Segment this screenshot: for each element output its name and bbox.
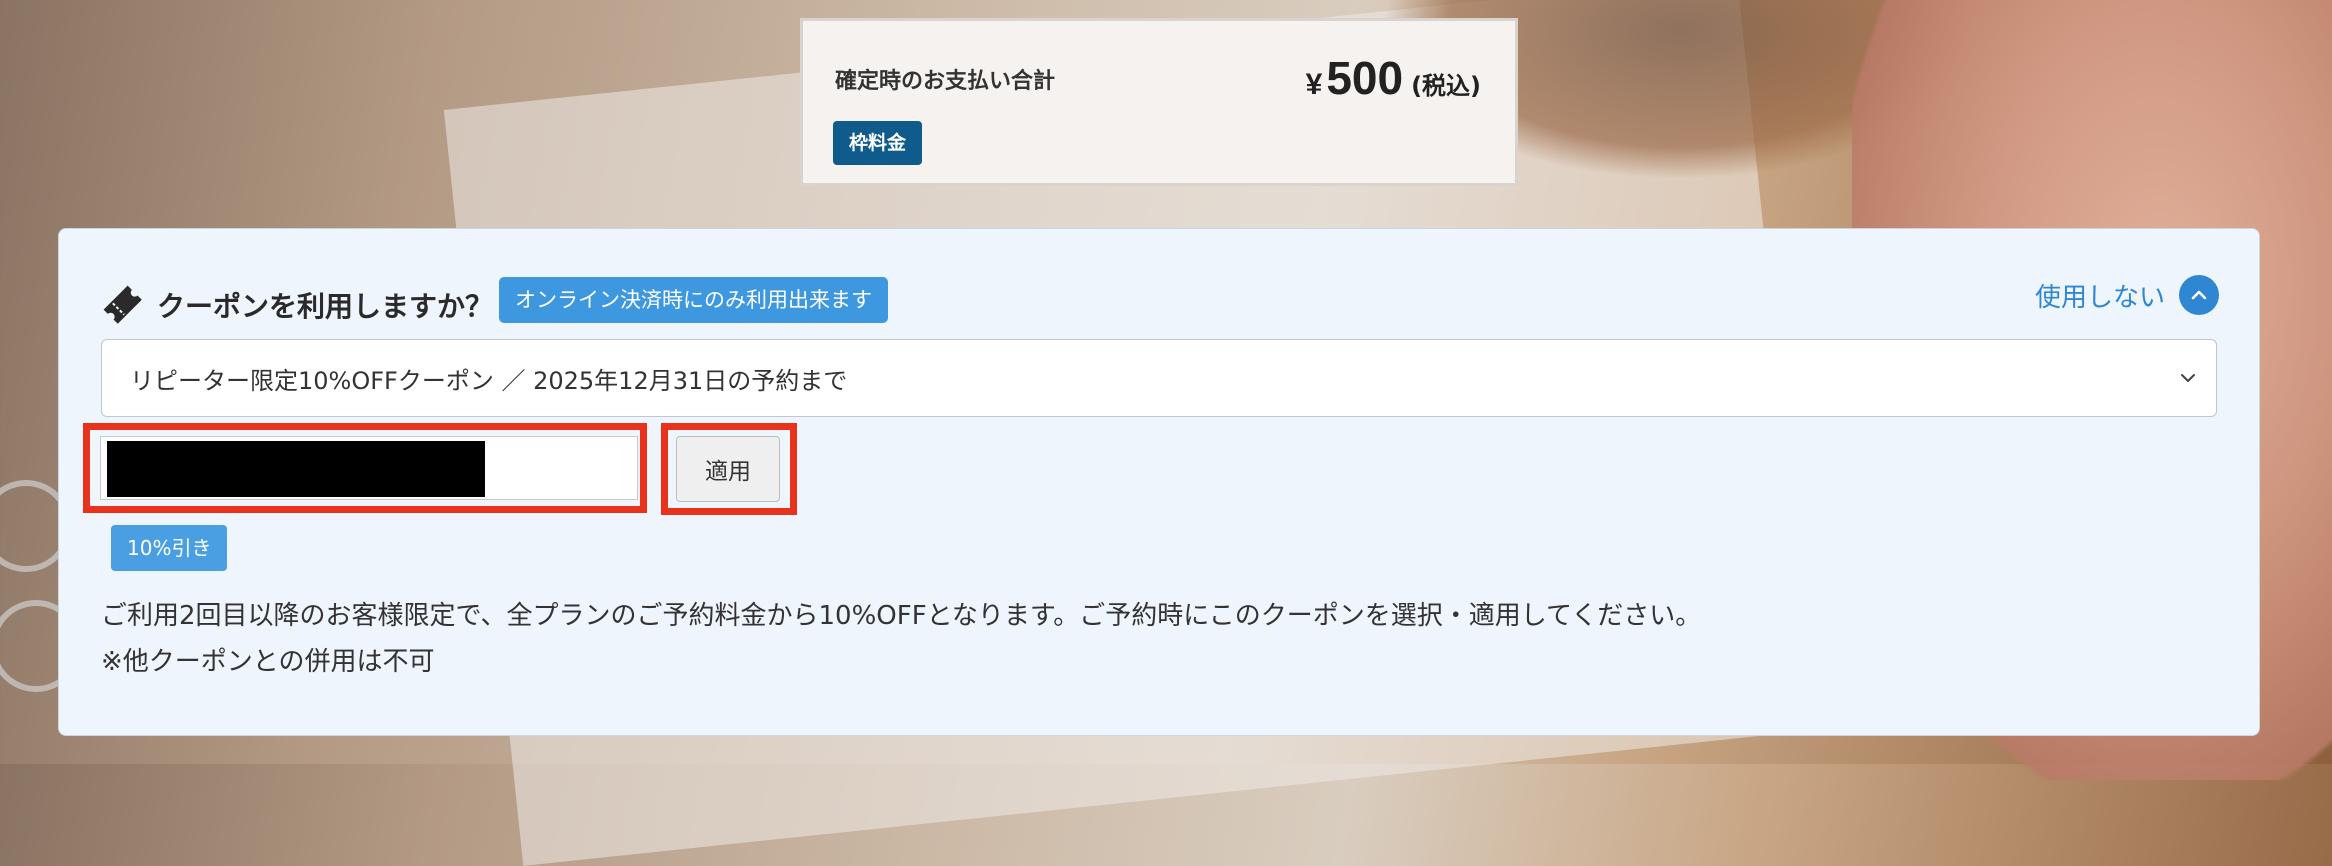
tax-note: (税込) <box>1411 72 1481 100</box>
do-not-use-label: 使用しない <box>2034 282 2165 313</box>
coupon-title: クーポンを利用しますか？ <box>157 290 494 323</box>
chevron-down-icon <box>2181 374 2195 382</box>
ticket-icon <box>103 285 142 324</box>
payment-total-label: 確定時のお支払い合計 <box>835 69 1056 94</box>
coupon-select-value: リピーター限定10%OFFクーポン ／ 2025年12月31日の予約まで <box>130 366 848 395</box>
payment-amount: 500 <box>1326 52 1404 104</box>
apply-button[interactable]: 適用 <box>676 436 780 502</box>
coupon-code-input[interactable] <box>100 436 638 500</box>
coupon-code-highlight <box>83 423 647 513</box>
chevron-up-icon <box>2179 275 2219 315</box>
slot-fee-badge: 枠料金 <box>833 121 923 165</box>
redacted-coupon-code <box>107 441 485 497</box>
coupon-description-line: ご利用2回目以降のお客様限定で、全プランのご予約料金から10%OFFとなります。… <box>101 601 1702 631</box>
payment-total-card: 確定時のお支払い合計 ¥500 (税込) 枠料金 <box>800 18 1518 186</box>
do-not-use-toggle[interactable]: 使用しない <box>2035 275 2219 315</box>
online-only-badge: オンライン決済時にのみ利用出来ます <box>499 277 888 323</box>
currency-symbol: ¥ <box>1305 68 1323 101</box>
payment-total-price: ¥500 (税込) <box>1306 51 1481 105</box>
coupon-select[interactable]: リピーター限定10%OFFクーポン ／ 2025年12月31日の予約まで <box>101 339 2217 417</box>
apply-button-highlight: 適用 <box>661 423 797 515</box>
coupon-panel: クーポンを利用しますか？ オンライン決済時にのみ利用出来ます 使用しない リピー… <box>58 228 2260 736</box>
coupon-restriction-note: ※他クーポンとの併用は不可 <box>101 647 435 677</box>
coupon-description: ご利用2回目以降のお客様限定で、全プランのご予約料金から10%OFFとなります。… <box>101 593 1701 685</box>
discount-badge: 10%引き <box>111 525 228 571</box>
